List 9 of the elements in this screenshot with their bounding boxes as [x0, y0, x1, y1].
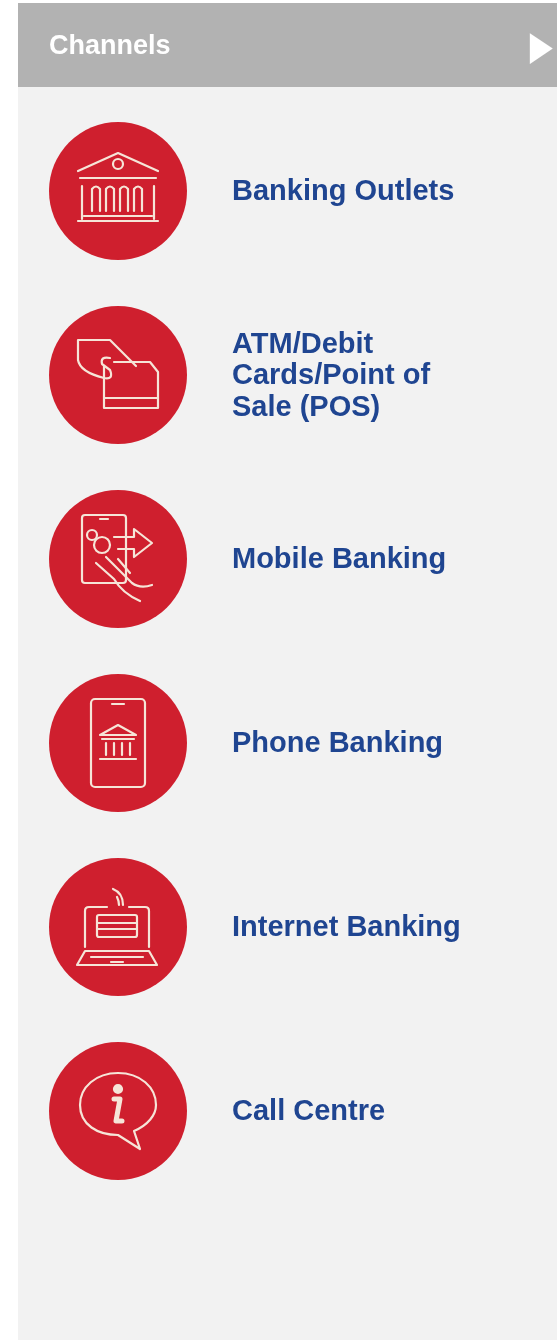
channel-label[interactable]: ATM/Debit Cards/Point of Sale (POS) [232, 328, 492, 422]
channel-label[interactable]: Internet Banking [232, 911, 461, 943]
channel-label[interactable]: Phone Banking [232, 727, 444, 759]
panel-title: Channels [49, 29, 171, 61]
channel-label[interactable]: Mobile Banking [232, 543, 447, 575]
info-speech-bubble-icon [76, 1069, 160, 1153]
channel-label[interactable]: Banking Outlets [232, 175, 455, 207]
channel-label[interactable]: Call Centre [232, 1095, 386, 1127]
phone-with-bank-icon [88, 697, 148, 789]
